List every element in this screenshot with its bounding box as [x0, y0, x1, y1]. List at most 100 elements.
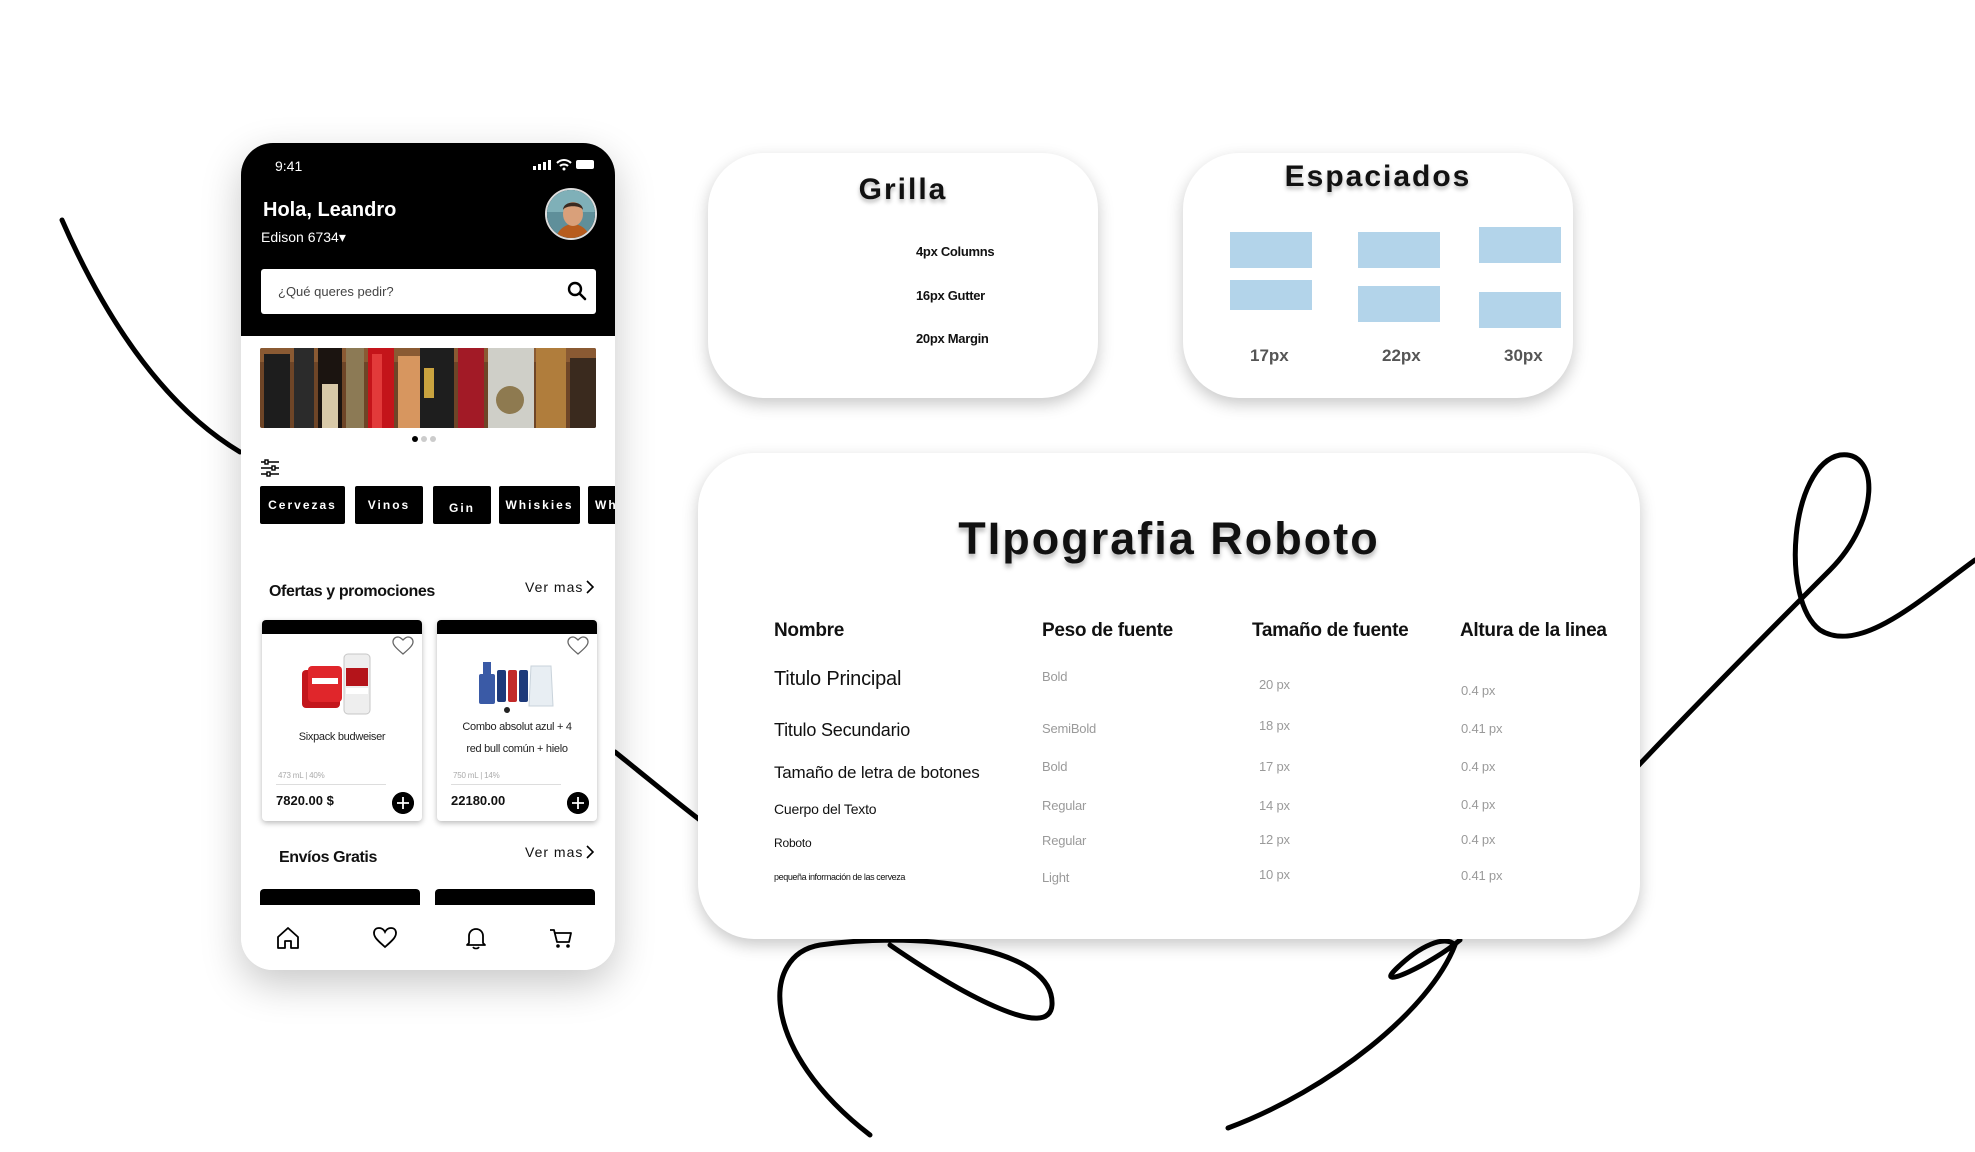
location-selector[interactable]: Edison 6734▾ [261, 229, 346, 246]
card-top-bar [437, 620, 597, 634]
status-time: 9:41 [275, 158, 303, 174]
curve-left [59, 217, 243, 455]
product-card-partial[interactable] [435, 889, 595, 905]
column-header-weight: Peso de fuente [1042, 620, 1173, 641]
typography-panel: TIpografia Roboto Nombre Peso de fuente … [698, 453, 1640, 939]
avatar[interactable] [545, 188, 597, 240]
wifi-icon [556, 159, 572, 167]
category-chip-gin[interactable]: Gin [433, 486, 491, 524]
curve-right-loop [1633, 452, 1975, 771]
see-more-label: Ver mas [525, 844, 584, 860]
home-icon[interactable] [275, 925, 301, 951]
style-weight: Regular [1042, 798, 1087, 813]
product-card[interactable]: Sixpack budweiser 473 mL | 40% 7820.00 $ [262, 620, 422, 821]
search-icon[interactable] [566, 280, 588, 302]
product-meta: 473 mL | 40% [278, 771, 325, 780]
spacing-label: 17px [1250, 346, 1289, 365]
add-to-cart-icon[interactable] [567, 792, 589, 814]
spacing-label: 22px [1382, 346, 1421, 365]
free-shipping-title: Envíos Gratis [279, 849, 377, 866]
cart-icon[interactable] [548, 925, 574, 951]
category-chip-cervezas[interactable]: Cervezas [260, 486, 345, 524]
spacing-swatch [1358, 286, 1440, 322]
style-size: 20 px [1259, 677, 1290, 692]
carousel-dot[interactable] [412, 436, 418, 442]
curve-bottom-loop [777, 937, 1055, 1138]
curve-center [612, 749, 703, 823]
grid-margin: 20px Margin [916, 331, 989, 346]
promo-banner[interactable] [260, 348, 596, 428]
greeting: Hola, Leandro [263, 199, 397, 221]
column-header-line-height: Altura de la linea [1460, 620, 1607, 641]
divider [276, 784, 386, 785]
heart-icon[interactable] [372, 925, 398, 951]
style-line-height: 0.4 px [1461, 832, 1496, 847]
product-card[interactable]: Combo absolut azul + 4 red bull común + … [437, 620, 597, 821]
search-input[interactable] [261, 269, 551, 314]
offers-see-more[interactable]: Ver mas [525, 579, 595, 595]
style-weight: Bold [1042, 669, 1068, 684]
chevron-right-icon [586, 845, 595, 859]
style-name: pequeña información de las cerveza [774, 872, 905, 882]
phone-mockup: 9:41 Hola, Leandro Edison 6734▾ ¿Qué que… [241, 143, 615, 970]
style-size: 10 px [1259, 867, 1290, 882]
product-image-budweiser [302, 653, 371, 715]
product-name: Sixpack budweiser [298, 731, 386, 743]
curve-bottom-right [1225, 937, 1463, 1131]
carousel-dot[interactable] [430, 436, 436, 442]
product-price: 7820.00 $ [276, 793, 334, 808]
style-size: 17 px [1259, 759, 1290, 774]
style-weight: Light [1042, 870, 1070, 885]
spacing-swatch [1230, 232, 1312, 268]
bell-icon[interactable] [463, 925, 489, 951]
column-header-size: Tamaño de fuente [1252, 620, 1409, 641]
avatar-image [547, 190, 595, 238]
product-card-partial[interactable] [260, 889, 420, 905]
offers-title: Ofertas y promociones [269, 583, 435, 600]
style-weight: Regular [1042, 833, 1087, 848]
app-header: 9:41 Hola, Leandro Edison 6734▾ [241, 143, 615, 336]
card-top-bar [262, 620, 422, 634]
category-chip-whiskies[interactable]: Whiskies [499, 486, 580, 524]
style-size: 18 px [1259, 718, 1290, 733]
carousel-dot[interactable] [421, 436, 427, 442]
style-name: Titulo Principal [774, 668, 902, 690]
typography-title: TIpografia Roboto [958, 513, 1380, 564]
product-price: 22180.00 [451, 793, 506, 808]
favorite-icon[interactable] [567, 636, 589, 656]
column-header-name: Nombre [774, 620, 844, 641]
grid-panel: Grilla 4px Columns 16px Gutter 20px Marg… [708, 153, 1098, 398]
carousel-dots [412, 436, 444, 444]
search-bar [261, 269, 596, 314]
spacing-swatch [1358, 232, 1440, 268]
divider [451, 784, 561, 785]
spacing-swatch [1230, 280, 1312, 310]
spacing-label: 30px [1504, 346, 1543, 365]
product-name-line1: Combo absolut azul + 4 [462, 721, 572, 733]
grid-title: Grilla [858, 173, 948, 206]
style-name: Cuerpo del Texto [774, 801, 877, 817]
filter-icon[interactable] [260, 459, 280, 477]
spacing-swatch [1479, 292, 1561, 328]
style-size: 12 px [1259, 832, 1290, 847]
category-chips: Cervezas Vinos Gin Whiskies Wh [260, 486, 615, 524]
style-weight: Bold [1042, 759, 1068, 774]
product-name-line2: red bull común + hielo [466, 743, 568, 755]
see-more-label: Ver mas [525, 579, 584, 595]
add-to-cart-icon[interactable] [392, 792, 414, 814]
favorite-icon[interactable] [392, 636, 414, 656]
style-size: 14 px [1259, 798, 1290, 813]
style-name: Titulo Secundario [774, 720, 911, 740]
bottom-tab-bar [241, 913, 615, 970]
signal-icon [533, 160, 551, 170]
chevron-right-icon [586, 580, 595, 594]
style-line-height: 0.4 px [1461, 683, 1496, 698]
status-icons [533, 159, 594, 171]
spacing-title: Espaciados [1284, 160, 1472, 193]
product-meta: 750 mL | 14% [453, 771, 500, 780]
free-shipping-see-more[interactable]: Ver mas [525, 844, 595, 860]
category-chip-vinos[interactable]: Vinos [355, 486, 423, 524]
grid-gutter: 16px Gutter [916, 288, 985, 303]
category-chip-more[interactable]: Wh [588, 486, 615, 524]
style-line-height: 0.4 px [1461, 759, 1496, 774]
